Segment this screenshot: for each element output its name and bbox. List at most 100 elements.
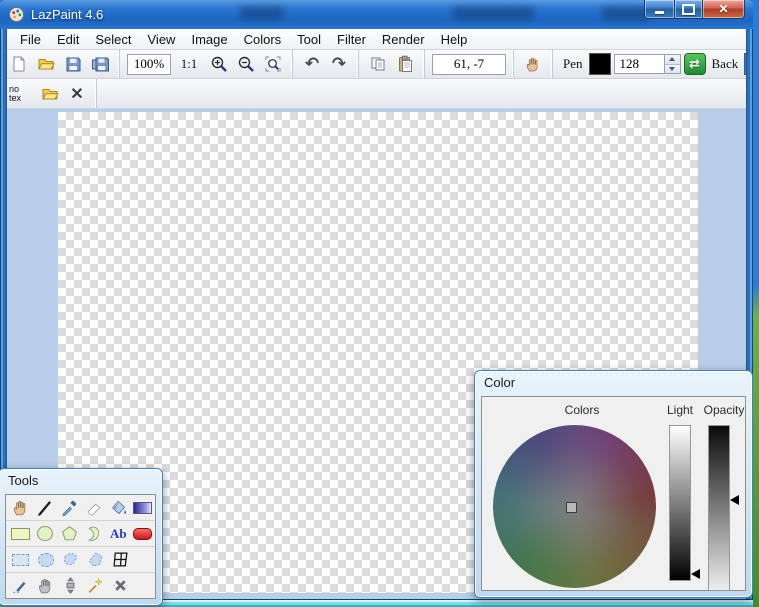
color-window: Color Colors Light Opacity (474, 370, 753, 598)
pen-opacity-value[interactable]: 128 (614, 54, 664, 74)
save-as-button[interactable] (88, 52, 112, 76)
menu-filter[interactable]: Filter (329, 31, 374, 48)
opacity-slider-handle[interactable] (730, 495, 739, 505)
tool-row: Ab (6, 521, 155, 547)
curve-tool[interactable] (82, 522, 107, 546)
text-tool-icon: Ab (110, 526, 127, 542)
swap-colors-button[interactable]: ⇄ (684, 53, 706, 75)
rectangle-icon (11, 528, 30, 540)
close-icon: ✕ (718, 2, 728, 16)
light-label: Light (660, 403, 700, 417)
deformation-grid-tool[interactable] (108, 548, 133, 572)
down-arrow-icon (669, 67, 675, 71)
rounded-rectangle-tool[interactable] (131, 522, 156, 546)
app-icon (8, 6, 25, 23)
pen-color-swatch[interactable] (589, 53, 611, 75)
desktop: LazPaint 4.6 ✕ FileEditSelectViewImageCo… (0, 0, 759, 607)
titlebar-smudge (240, 7, 284, 19)
maximize-icon (682, 4, 695, 15)
colors-label: Colors (537, 403, 627, 417)
cursor-coordinates: 61, -7 (432, 54, 506, 75)
tool-row (6, 547, 155, 573)
close-button[interactable]: ✕ (703, 0, 745, 19)
hand-group (514, 50, 553, 78)
menu-colors[interactable]: Colors (236, 31, 290, 48)
color-wheel-marker[interactable] (566, 502, 577, 513)
select-rect-tool[interactable] (8, 548, 33, 572)
zoom-in-button[interactable] (207, 52, 231, 76)
menu-tool[interactable]: Tool (289, 31, 329, 48)
hand-tool[interactable] (8, 496, 33, 520)
load-texture-button[interactable] (38, 82, 62, 106)
gradient-tool[interactable] (131, 496, 156, 520)
new-image-button[interactable] (7, 52, 31, 76)
ellipse-tool[interactable] (33, 522, 58, 546)
copy-button[interactable] (366, 52, 390, 76)
select-rect-icon (12, 554, 29, 566)
pen-tool[interactable] (33, 496, 58, 520)
select-poly-tool[interactable] (83, 548, 108, 572)
file-group (0, 50, 120, 78)
window-title: LazPaint 4.6 (31, 7, 103, 22)
minimize-icon (655, 11, 664, 14)
zoom-actual-size-button[interactable]: 1:1 (174, 52, 204, 76)
gradient-icon (133, 502, 152, 514)
pen-opacity-spin-buttons (664, 54, 681, 74)
select-free-tool[interactable] (58, 548, 83, 572)
ellipse-icon (37, 526, 53, 541)
zoom-level-field[interactable]: 100% (127, 54, 171, 75)
tools-grid: Ab (5, 494, 156, 599)
tools-window: Tools Ab (0, 468, 163, 606)
text-tool[interactable]: Ab (106, 522, 131, 546)
menu-edit[interactable]: Edit (49, 31, 87, 48)
color-wheel[interactable] (493, 425, 656, 588)
remove-texture-button[interactable]: ✕ (65, 82, 89, 106)
up-arrow-icon (669, 57, 675, 61)
light-slider-handle[interactable] (691, 569, 700, 579)
menu-help[interactable]: Help (433, 31, 476, 48)
pen-opacity-down-button[interactable] (665, 65, 680, 74)
minimize-button[interactable] (644, 0, 675, 19)
color-window-titlebar[interactable]: Color (475, 371, 752, 393)
opacity-slider[interactable] (708, 425, 730, 591)
opacity-label: Opacity (699, 403, 749, 417)
paste-button[interactable] (393, 52, 417, 76)
pen-opacity-up-button[interactable] (665, 55, 680, 65)
light-slider[interactable] (669, 425, 691, 581)
rectangle-tool[interactable] (8, 522, 33, 546)
no-texture-label-line2: tex (9, 94, 21, 103)
color-controls-group: Pen 128 ⇄ Back 192 (553, 50, 753, 78)
clipboard-group (359, 50, 425, 78)
rotate-selection-tool[interactable] (33, 574, 58, 598)
undo-group: ↶ ↷ (293, 50, 359, 78)
menu-select[interactable]: Select (87, 31, 139, 48)
coordinates-group: 61, -7 (425, 50, 514, 78)
magic-wand-tool[interactable] (83, 574, 108, 598)
selection-pen-tool[interactable] (8, 574, 33, 598)
zoom-fit-button[interactable] (261, 52, 285, 76)
menubar: FileEditSelectViewImageColorsToolFilterR… (0, 29, 753, 50)
deselect-tool[interactable] (108, 574, 133, 598)
maximize-button[interactable] (675, 0, 703, 19)
zoom-out-button[interactable] (234, 52, 258, 76)
redo-button[interactable]: ↷ (327, 52, 351, 76)
current-texture-button[interactable]: no tex (7, 82, 35, 106)
hand-tool-icon[interactable] (521, 52, 545, 76)
menu-view[interactable]: View (140, 31, 184, 48)
open-file-button[interactable] (34, 52, 58, 76)
polygon-tool[interactable] (57, 522, 82, 546)
select-ellipse-icon (38, 553, 54, 567)
menu-render[interactable]: Render (374, 31, 433, 48)
tool-row (6, 495, 155, 521)
pen-opacity-spinbox: 128 (614, 54, 681, 74)
undo-button[interactable]: ↶ (300, 52, 324, 76)
menu-file[interactable]: File (12, 31, 49, 48)
save-button[interactable] (61, 52, 85, 76)
menu-image[interactable]: Image (183, 31, 235, 48)
move-selection-tool[interactable] (58, 574, 83, 598)
tools-window-titlebar[interactable]: Tools (0, 469, 162, 491)
select-ellipse-tool[interactable] (33, 548, 58, 572)
color-picker-tool[interactable] (57, 496, 82, 520)
eraser-tool[interactable] (82, 496, 107, 520)
fill-tool[interactable] (106, 496, 131, 520)
